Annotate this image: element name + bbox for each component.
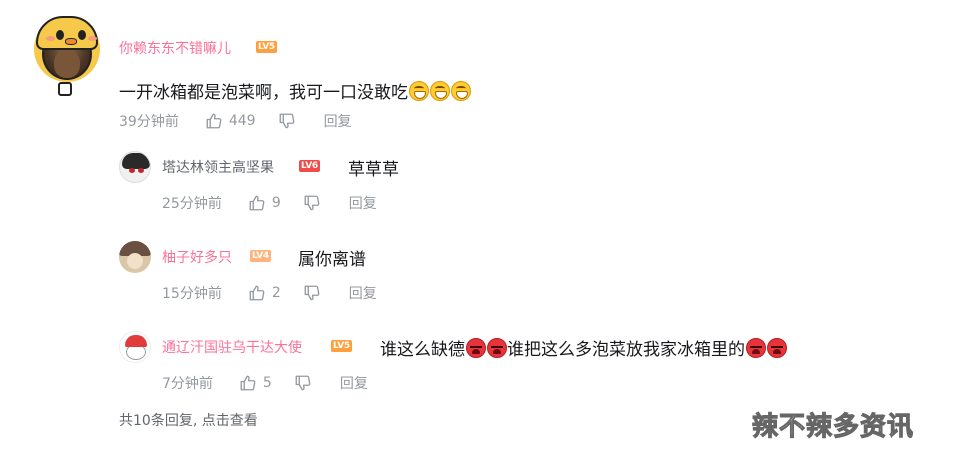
reply-1-like-button[interactable]: 9: [248, 194, 281, 212]
angry-emoji-icon: [487, 338, 507, 358]
main-comment-text-body: 一开冰箱都是泡菜啊，我可一口没敢吃: [119, 83, 408, 103]
reply-3-text: 谁这么缺德 谁把这么多泡菜放我家冰箱里的: [380, 335, 787, 360]
angry-emoji-icon: [746, 338, 766, 358]
angry-emoji-icon: [767, 338, 787, 358]
grin-emoji-icon: [451, 81, 471, 101]
view-more-replies-link[interactable]: 共10条回复, 点击查看: [119, 410, 258, 430]
main-comment-time: 39分钟前: [119, 114, 179, 130]
main-comment-dislike-button[interactable]: [278, 112, 296, 130]
reply-3-dislike-button[interactable]: [294, 374, 312, 392]
reply-1-like-count: 9: [271, 195, 281, 211]
thumbs-up-icon: [249, 285, 265, 301]
grin-emoji-icon: [409, 81, 429, 101]
main-comment-like-count: 449: [228, 113, 256, 129]
thumbs-down-icon: [304, 195, 320, 211]
reply-1-meta: 25分钟前 9 回复: [162, 193, 377, 213]
reply-3-text-part1: 谁这么缺德: [380, 340, 465, 360]
thumbs-up-icon: [206, 113, 222, 129]
grin-emoji-icon: [430, 81, 450, 101]
reply-1-level-badge: LV6: [299, 160, 320, 172]
reply-3-username[interactable]: 通辽汗国驻乌干达大使: [162, 337, 302, 357]
reply-1-avatar[interactable]: [119, 151, 151, 183]
watermark-text: 辣不辣多资讯: [751, 412, 915, 443]
thumbs-up-icon: [240, 375, 256, 391]
reply-2-meta: 15分钟前 2 回复: [162, 283, 377, 303]
reply-3-like-button[interactable]: 5: [239, 374, 272, 392]
main-comment-meta: 39分钟前 449 回复: [119, 111, 352, 131]
reply-2-dislike-button[interactable]: [303, 284, 321, 302]
main-comment-text: 一开冰箱都是泡菜啊，我可一口没敢吃: [119, 78, 471, 103]
reply-1-text: 草草草: [348, 160, 399, 180]
thumbs-down-icon: [295, 375, 311, 391]
reply-2-like-button[interactable]: 2: [248, 284, 281, 302]
avatar-badge-icon: [58, 82, 72, 96]
reply-2-text: 属你离谱: [298, 250, 366, 270]
reply-3-reply-button[interactable]: 回复: [340, 373, 368, 393]
reply-1-time: 25分钟前: [162, 196, 222, 212]
reply-1-username[interactable]: 塔达林领主高坚果: [162, 157, 274, 177]
reply-3-level-badge: LV5: [331, 340, 352, 352]
thumbs-down-icon: [279, 113, 294, 129]
reply-2-level-badge: LV4: [250, 250, 271, 262]
reply-2-username[interactable]: 柚子好多只: [162, 247, 232, 267]
main-comment-like-button[interactable]: 449: [205, 112, 256, 130]
reply-2-time: 15分钟前: [162, 286, 222, 302]
reply-1-dislike-button[interactable]: [303, 194, 321, 212]
reply-3-meta: 7分钟前 5 回复: [162, 373, 368, 393]
reply-2-avatar[interactable]: [119, 241, 151, 273]
reply-1-reply-button[interactable]: 回复: [349, 193, 377, 213]
reply-3-avatar[interactable]: [119, 331, 151, 363]
reply-2-like-count: 2: [271, 285, 281, 301]
thumbs-up-icon: [249, 195, 265, 211]
reply-3-time: 7分钟前: [162, 376, 213, 392]
angry-emoji-icon: [466, 338, 486, 358]
main-comment-username[interactable]: 你赖东东不错嘛儿: [119, 38, 231, 58]
reply-3-like-count: 5: [262, 375, 272, 391]
main-comment-level-badge: LV5: [256, 41, 277, 53]
reply-2-reply-button[interactable]: 回复: [349, 283, 377, 303]
main-comment-avatar[interactable]: [34, 16, 100, 96]
thumbs-down-icon: [304, 285, 320, 301]
main-comment-reply-button[interactable]: 回复: [324, 111, 352, 131]
reply-3-text-part2: 谁把这么多泡菜放我家冰箱里的: [507, 340, 745, 360]
